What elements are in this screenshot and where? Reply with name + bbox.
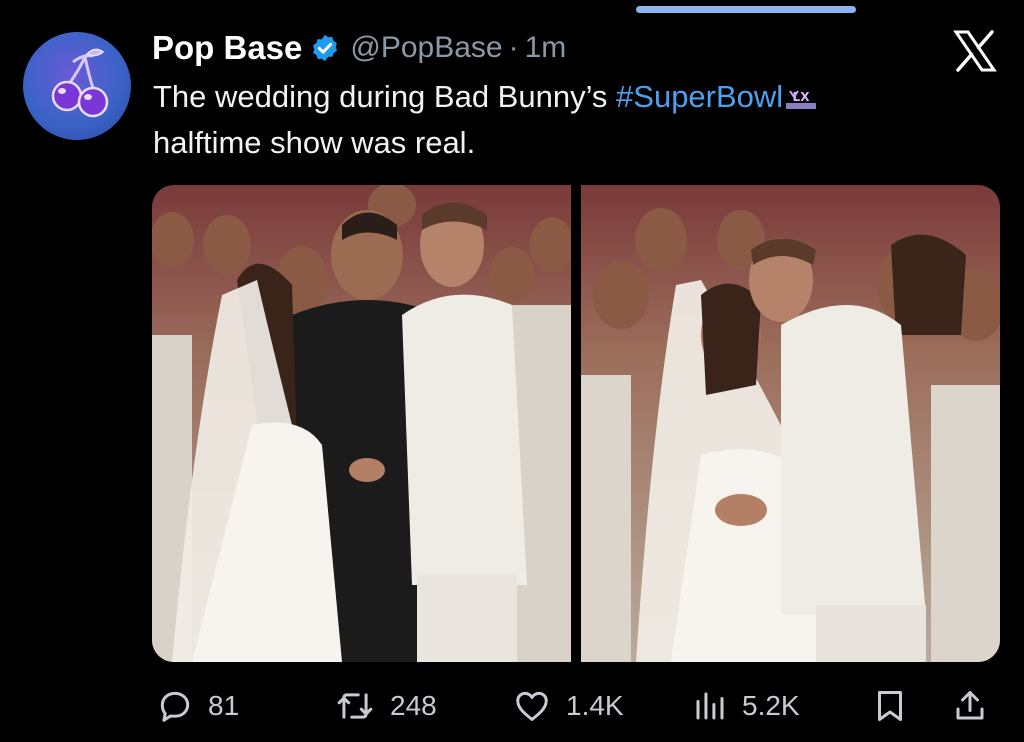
bookmark-action[interactable] xyxy=(872,684,908,728)
timestamp[interactable]: 1m xyxy=(525,31,567,65)
verified-badge-icon xyxy=(313,34,338,62)
tweet-text: The wedding during Bad Bunny’s #SuperBow… xyxy=(153,74,993,166)
wedding-kiss-photo[interactable] xyxy=(581,185,1000,662)
bookmark-icon xyxy=(878,691,902,721)
retweet-icon xyxy=(337,693,373,719)
retweet-count: 248 xyxy=(390,690,437,721)
wedding-ring-exchange-photo[interactable] xyxy=(152,185,571,662)
share-icon xyxy=(956,691,984,720)
views-count: 5.2K xyxy=(742,690,800,721)
super-bowl-logo-icon: LX xyxy=(786,90,817,109)
heart-icon xyxy=(516,691,548,721)
tweet-text-start: The wedding during Bad Bunny’s xyxy=(153,79,617,114)
hashtag-link[interactable]: #SuperBowl xyxy=(616,79,783,114)
tweet-text-end: halftime show was real. xyxy=(153,125,476,160)
reply-action[interactable]: 81 xyxy=(156,684,239,728)
views-action[interactable]: 5.2K xyxy=(692,684,800,728)
tweet-actions: 81 248 1.4K 5.2K xyxy=(152,684,1002,728)
avatar[interactable] xyxy=(23,32,131,140)
scroll-indicator xyxy=(636,6,856,13)
tweet-header: Pop Base @PopBase · 1m xyxy=(152,28,566,68)
retweet-action[interactable]: 248 xyxy=(334,684,437,728)
reply-count: 81 xyxy=(208,690,240,721)
author-name[interactable]: Pop Base xyxy=(152,29,302,67)
separator-dot: · xyxy=(508,31,519,64)
reply-icon xyxy=(160,691,190,722)
author-handle[interactable]: @PopBase xyxy=(350,31,502,65)
cherries-icon xyxy=(51,48,109,118)
views-chart-icon xyxy=(696,692,724,720)
share-action[interactable] xyxy=(952,684,988,728)
x-logo-icon[interactable] xyxy=(953,29,997,73)
like-count: 1.4K xyxy=(566,690,624,721)
like-action[interactable]: 1.4K xyxy=(512,684,624,728)
tweet-media[interactable] xyxy=(152,185,1000,662)
